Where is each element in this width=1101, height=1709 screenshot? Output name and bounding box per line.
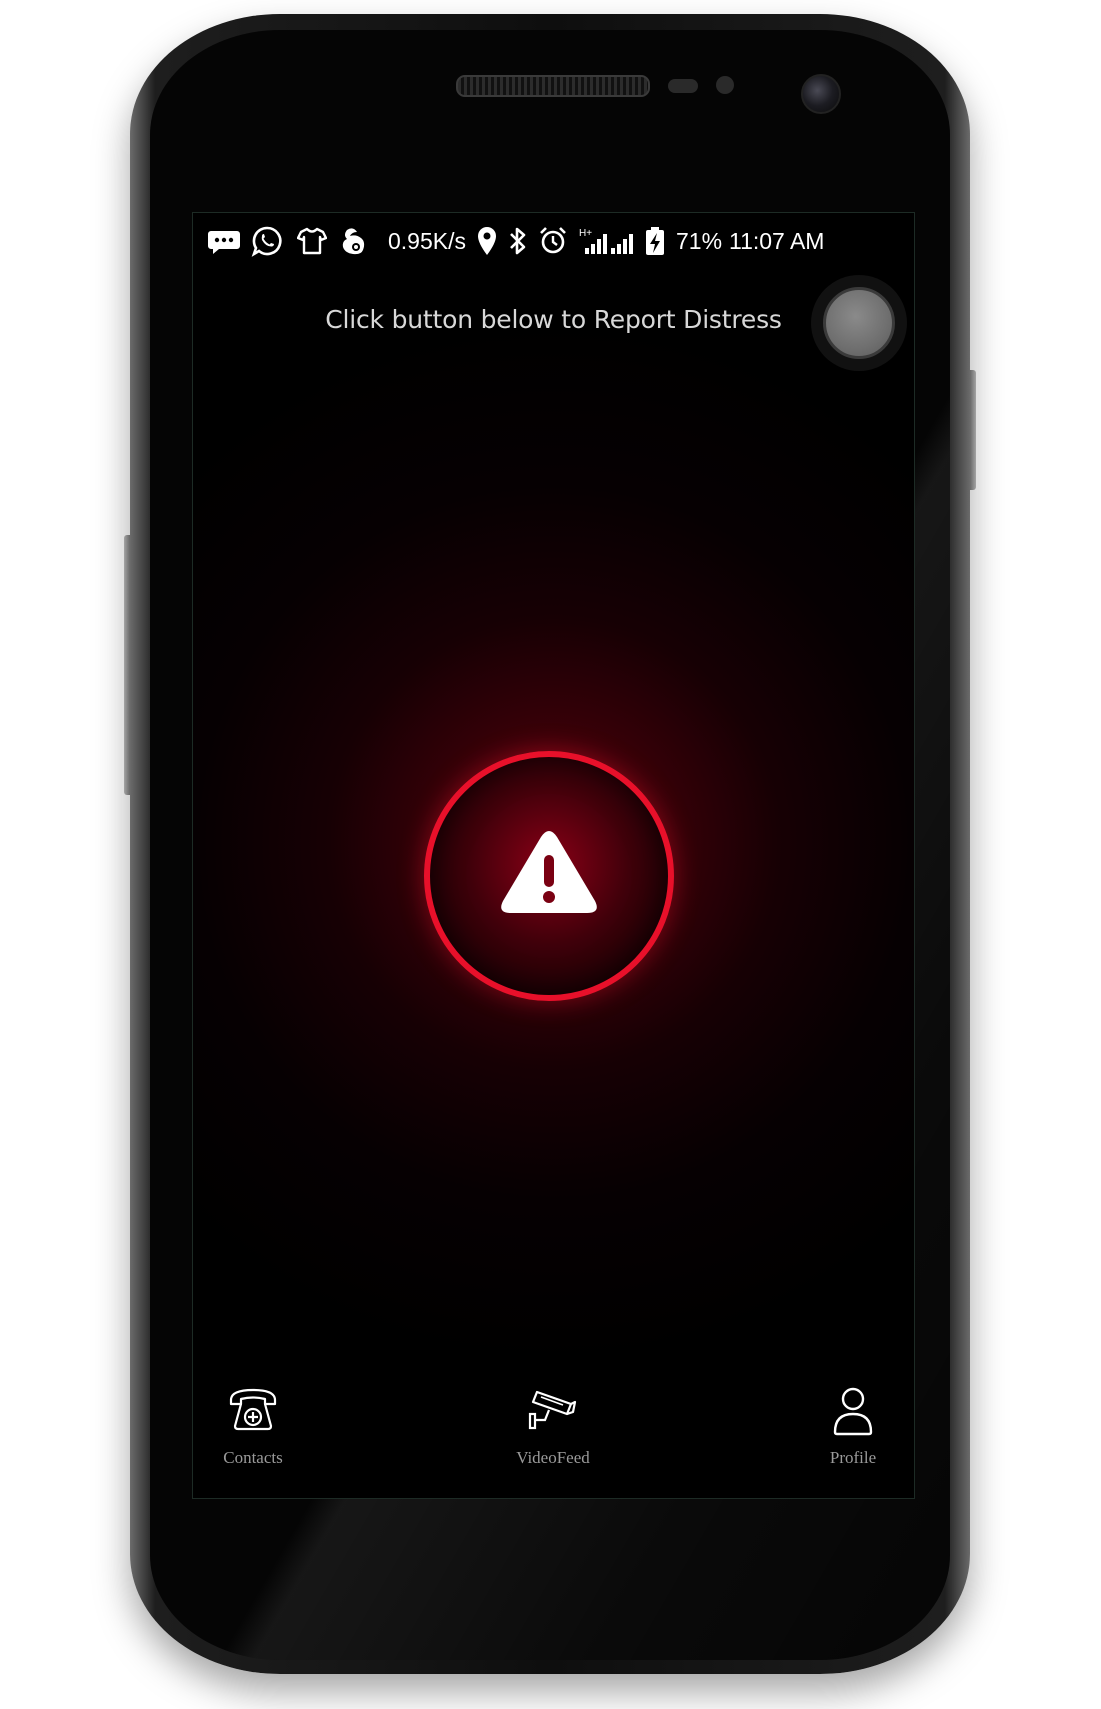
app-screen: 0.95K/s H+ 71% 11:07 AM Click button bel… bbox=[192, 212, 915, 1499]
cctv-camera-icon bbox=[527, 1386, 579, 1436]
light-sensor bbox=[716, 76, 734, 94]
nav-item-videofeed[interactable]: VideoFeed bbox=[473, 1370, 633, 1498]
status-bar: 0.95K/s H+ 71% 11:07 AM bbox=[193, 213, 914, 269]
alarm-icon bbox=[538, 225, 568, 257]
shirt-icon bbox=[297, 225, 327, 257]
battery-percent: 71% bbox=[676, 228, 723, 254]
status-time: 11:07 AM bbox=[729, 228, 825, 254]
net-speed: 0.95K/s bbox=[388, 228, 466, 254]
uc-browser-icon bbox=[339, 225, 371, 257]
whatsapp-icon bbox=[251, 225, 283, 257]
location-icon bbox=[476, 225, 498, 257]
network-type-label: H+ bbox=[579, 228, 592, 239]
signal-icon bbox=[609, 225, 639, 257]
messages-icon bbox=[207, 225, 241, 257]
instruction-text: Click button below to Report Distress bbox=[325, 305, 782, 334]
battery-charging-icon bbox=[645, 225, 665, 257]
warning-icon bbox=[499, 829, 599, 923]
nav-label-contacts: Contacts bbox=[223, 1448, 283, 1467]
user-icon bbox=[827, 1386, 879, 1440]
bottom-navigation: Contacts VideoFeed Profile bbox=[193, 1370, 914, 1498]
phone-medical-icon bbox=[227, 1386, 279, 1436]
report-distress-button[interactable] bbox=[424, 751, 674, 1001]
floating-assistive-button[interactable] bbox=[811, 275, 907, 371]
signal-h-plus-icon: H+ bbox=[579, 225, 613, 257]
front-camera bbox=[801, 74, 841, 114]
bluetooth-icon bbox=[507, 225, 529, 257]
earpiece-speaker bbox=[456, 75, 650, 97]
nav-label-videofeed: VideoFeed bbox=[516, 1448, 590, 1467]
nav-label-profile: Profile bbox=[829, 1448, 877, 1467]
assistive-touch-icon bbox=[823, 287, 895, 359]
nav-item-contacts[interactable]: Contacts bbox=[193, 1370, 333, 1498]
nav-item-profile[interactable]: Profile bbox=[773, 1370, 914, 1498]
proximity-sensor bbox=[668, 79, 698, 93]
device-mockup: 0.95K/s H+ 71% 11:07 AM Click button bel… bbox=[0, 0, 1101, 1709]
